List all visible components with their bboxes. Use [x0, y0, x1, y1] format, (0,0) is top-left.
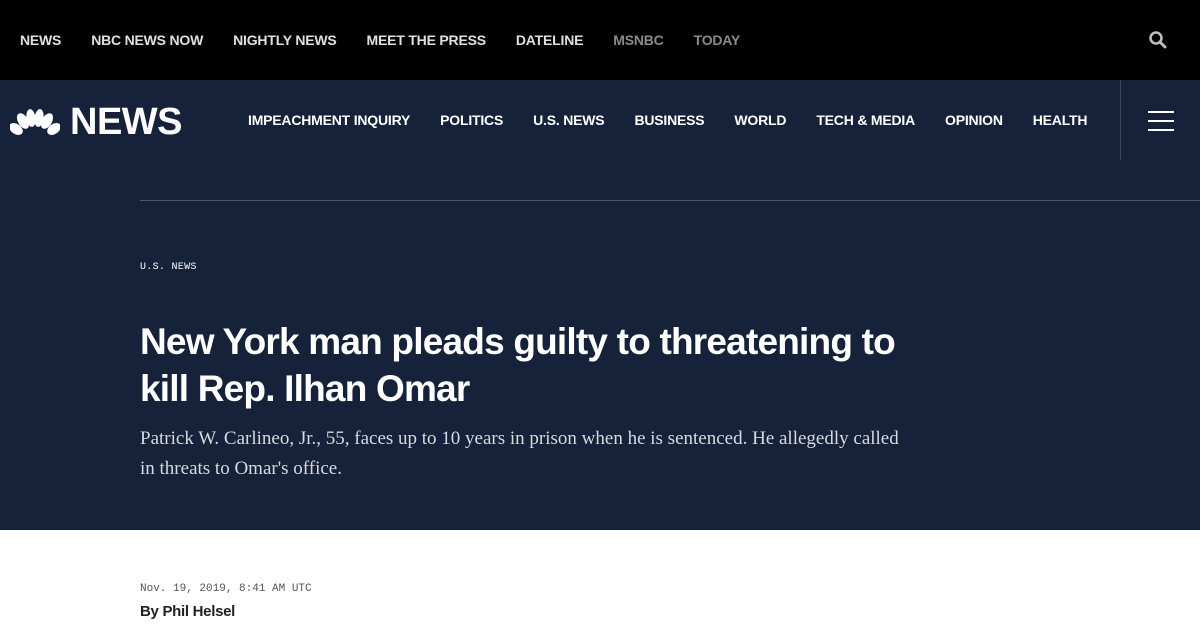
byline-prefix: By: [140, 603, 163, 620]
network-link-nbc-news-now[interactable]: NBC NEWS NOW: [91, 32, 203, 48]
author-link[interactable]: Phil Helsel: [162, 603, 235, 620]
article-section-label[interactable]: U.S. NEWS: [140, 262, 197, 273]
nav-link-us-news[interactable]: U.S. NEWS: [533, 112, 605, 128]
article-timestamp: Nov. 19, 2019, 8:41 AM UTC: [140, 583, 312, 595]
header-divider: [140, 200, 1200, 201]
article-byline: By Phil Helsel: [140, 603, 235, 620]
nav-link-tech-media[interactable]: TECH & MEDIA: [816, 112, 915, 128]
network-link-news[interactable]: NEWS: [20, 32, 61, 48]
network-link-dateline[interactable]: DATELINE: [516, 32, 584, 48]
network-link-msnbc[interactable]: MSNBC: [613, 32, 664, 48]
search-button[interactable]: [1148, 30, 1170, 52]
logo-wordmark: NEWS: [70, 101, 183, 143]
network-link-nightly-news[interactable]: NIGHTLY NEWS: [233, 32, 337, 48]
nav-link-politics[interactable]: POLITICS: [440, 112, 503, 128]
network-nav: NEWS NBC NEWS NOW NIGHTLY NEWS MEET THE …: [20, 0, 740, 80]
nav-link-business[interactable]: BUSINESS: [634, 112, 704, 128]
nav-link-opinion[interactable]: OPINION: [945, 112, 1003, 128]
nav-link-world[interactable]: WORLD: [734, 112, 786, 128]
article-dek: Patrick W. Carlineo, Jr., 55, faces up t…: [140, 428, 899, 479]
nbc-news-logo[interactable]: NEWS: [10, 101, 183, 143]
nav-link-impeachment-inquiry[interactable]: IMPEACHMENT INQUIRY: [248, 112, 410, 128]
hamburger-menu-icon[interactable]: [1148, 111, 1174, 131]
network-link-today[interactable]: TODAY: [694, 32, 741, 48]
search-icon: [1149, 31, 1167, 49]
masthead: NEWS IMPEACHMENT INQUIRY POLITICS U.S. N…: [0, 80, 1200, 530]
nav-link-health[interactable]: HEALTH: [1033, 112, 1088, 128]
article-headline: New York man pleads guilty to threatenin…: [140, 321, 896, 409]
top-bar: NEWS NBC NEWS NOW NIGHTLY NEWS MEET THE …: [0, 0, 1200, 80]
peacock-icon: [10, 109, 60, 135]
nav-divider: [1120, 80, 1121, 160]
section-nav: IMPEACHMENT INQUIRY POLITICS U.S. NEWS B…: [248, 80, 1087, 160]
network-link-meet-the-press[interactable]: MEET THE PRESS: [367, 32, 487, 48]
